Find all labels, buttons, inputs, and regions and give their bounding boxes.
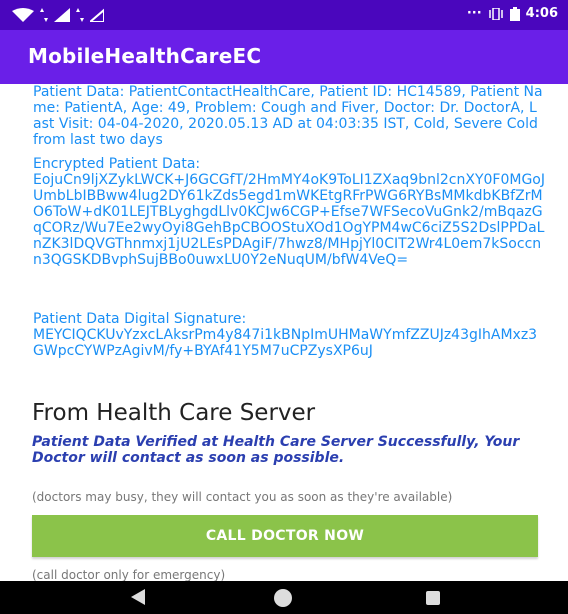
- verified-message: Patient Data Verified at Health Care Ser…: [32, 434, 520, 466]
- wifi-icon: [12, 8, 34, 22]
- notification-dots: ···: [466, 6, 482, 21]
- status-icons: [12, 8, 104, 22]
- signature-label: Patient Data Digital Signature:: [33, 311, 247, 327]
- status-bar: ··· 4:06: [0, 0, 568, 30]
- call-doctor-button[interactable]: CALL DOCTOR NOW: [32, 515, 538, 557]
- signal-icon: [54, 8, 70, 22]
- status-right: ··· 4:06: [467, 6, 558, 21]
- clock: 4:06: [525, 6, 558, 21]
- network-arrows-icon-2: [76, 8, 84, 22]
- app-bar: MobileHealthCareEC: [0, 30, 568, 84]
- server-section-title: From Health Care Server: [32, 400, 316, 426]
- scroll-content[interactable]: Patient Data: PatientContactHealthCare, …: [0, 84, 568, 581]
- app-title: MobileHealthCareEC: [28, 44, 262, 68]
- encrypted-data-label: Encrypted Patient Data:: [33, 156, 201, 172]
- busy-note: (doctors may busy, they will contact you…: [32, 490, 453, 504]
- battery-icon: [509, 6, 520, 21]
- recent-apps-icon[interactable]: [426, 591, 440, 605]
- patient-data-text: Patient Data: PatientContactHealthCare, …: [33, 84, 543, 148]
- signature-value: MEYCIQCKUvYzxcLAksrPm4y847i1kBNpImUHMaWY…: [33, 327, 538, 359]
- encrypted-data-value: EojuCn9ljXZykLWCK+J6GCGfT/2HmMY4oK9ToLI1…: [33, 172, 545, 268]
- emergency-note: (call doctor only for emergency): [32, 568, 226, 581]
- vibrate-icon: [488, 7, 503, 20]
- back-icon[interactable]: [131, 589, 145, 605]
- home-icon[interactable]: [274, 589, 292, 607]
- network-arrows-icon: [40, 8, 48, 22]
- navigation-bar: [0, 581, 568, 614]
- signal-icon-2: [90, 8, 104, 22]
